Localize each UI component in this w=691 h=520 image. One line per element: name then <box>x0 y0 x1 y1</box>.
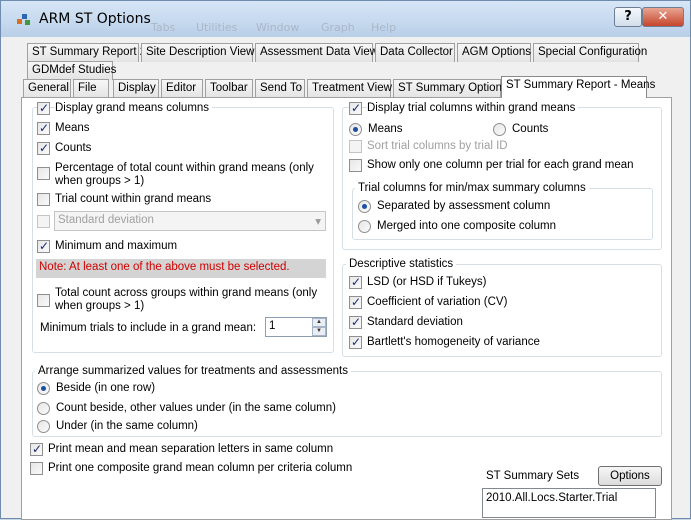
means-label: Means <box>55 122 90 134</box>
min-max-label: Minimum and maximum <box>55 240 178 252</box>
list-item[interactable]: 2010.All.Locs.Starter.Trial <box>486 492 652 504</box>
min-trials-spinner[interactable]: 1 ▲ ▼ <box>265 317 327 337</box>
merged-radio[interactable] <box>358 220 371 233</box>
tab-gdmdef-studies[interactable]: GDMdef Studies <box>27 61 116 80</box>
lsd-label: LSD (or HSD if Tukeys) <box>367 276 487 288</box>
counts-checkbox[interactable] <box>37 141 50 155</box>
count-beside-radio[interactable] <box>37 402 50 415</box>
print-mean-letters-label: Print mean and mean separation letters i… <box>48 443 334 455</box>
spin-up-icon[interactable]: ▲ <box>312 318 326 327</box>
trial-count-checkbox[interactable] <box>37 193 50 206</box>
percentage-total-label-2: when groups > 1) <box>55 175 145 187</box>
separated-label: Separated by assessment column <box>377 200 551 212</box>
minmax-group-title: Trial columns for min/max summary column… <box>355 182 589 194</box>
ghost-menu-item: Help <box>371 21 397 34</box>
display-trial-cols-label: Display trial columns within grand means <box>367 102 579 115</box>
standard-deviation-checkbox[interactable] <box>349 315 362 329</box>
tab-general[interactable]: General <box>23 79 71 98</box>
tab-row-1: ST Summary Report 2 Site Description Vie… <box>27 43 647 62</box>
separated-radio[interactable] <box>358 200 371 213</box>
trial-counts-radio[interactable] <box>493 123 506 136</box>
trial-count-label: Trial count within grand means <box>55 193 212 205</box>
percentage-total-checkbox[interactable] <box>37 167 50 180</box>
under-label: Under (in the same column) <box>56 420 198 432</box>
tab-st-summary-options[interactable]: ST Summary Options <box>393 79 508 98</box>
tab-site-description-view[interactable]: Site Description View <box>141 43 254 62</box>
standard-deviation-label: Standard deviation <box>367 316 463 328</box>
arrange-group-title: Arrange summarized values for treatments… <box>35 365 351 377</box>
merged-label: Merged into one composite column <box>377 220 556 232</box>
beside-label: Beside (in one row) <box>56 382 156 394</box>
beside-radio[interactable] <box>37 382 50 395</box>
tab-toolbar[interactable]: Toolbar <box>205 79 253 98</box>
display-grand-means-checkbox[interactable] <box>37 101 50 115</box>
close-button[interactable]: ✕ <box>642 7 684 27</box>
means-checkbox[interactable] <box>37 121 50 135</box>
print-mean-letters-checkbox[interactable] <box>30 442 43 456</box>
tab-editor[interactable]: Editor <box>161 79 203 98</box>
help-button[interactable]: ? <box>614 7 642 27</box>
total-across-label-2: when groups > 1) <box>55 300 145 312</box>
trial-means-radio[interactable] <box>349 123 362 136</box>
ghost-menu-item: Utilities <box>196 21 238 34</box>
window-title: ARM ST Options <box>39 11 151 27</box>
display-trial-cols-checkbox[interactable] <box>349 101 362 115</box>
std-dev-combo-value: Standard deviation <box>58 214 154 226</box>
tab-panel: Display grand means columns Means Counts… <box>21 97 672 520</box>
tab-st-summary-report-2[interactable]: ST Summary Report 2 <box>27 43 146 62</box>
min-trials-value: 1 <box>269 320 276 332</box>
spin-down-icon[interactable]: ▼ <box>312 327 326 336</box>
tab-special-configuration[interactable]: Special Configuration <box>533 43 647 62</box>
sort-by-id-checkbox[interactable] <box>349 140 362 153</box>
ghost-menu-item: Tabs <box>151 21 176 34</box>
total-across-groups-checkbox[interactable] <box>37 294 50 307</box>
tab-display[interactable]: Display <box>113 79 159 98</box>
print-composite-checkbox[interactable] <box>30 462 43 475</box>
under-radio[interactable] <box>37 420 50 433</box>
tab-row-2: GDMdef Studies <box>27 61 127 80</box>
tab-assessment-data-view[interactable]: Assessment Data View <box>255 43 378 62</box>
sort-by-id-label: Sort trial columns by trial ID <box>367 140 508 152</box>
summary-sets-title: ST Summary Sets <box>486 470 580 482</box>
std-dev-checkbox[interactable] <box>37 215 50 228</box>
one-column-label: Show only one column per trial for each … <box>367 159 634 171</box>
one-column-checkbox[interactable] <box>349 159 362 172</box>
title-bar[interactable]: ARM ST Options Tabs Utilities Window Gra… <box>1 1 690 37</box>
ghost-menu-item: Window <box>256 21 300 34</box>
selection-note: Note: At least one of the above must be … <box>36 259 326 278</box>
tab-treatment-view[interactable]: Treatment View <box>307 79 392 98</box>
tab-send-to[interactable]: Send To <box>255 79 305 98</box>
cv-label: Coefficient of variation (CV) <box>367 296 508 308</box>
counts-label: Counts <box>55 142 92 154</box>
print-composite-label: Print one composite grand mean column pe… <box>48 462 353 474</box>
chevron-down-icon: ▾ <box>315 216 321 228</box>
ghost-menu-item: Graph <box>321 21 355 34</box>
app-icon <box>17 14 30 25</box>
min-trials-label: Minimum trials to include in a grand mea… <box>40 322 257 334</box>
lsd-checkbox[interactable] <box>349 275 362 289</box>
min-max-checkbox[interactable] <box>37 239 50 253</box>
cv-checkbox[interactable] <box>349 295 362 309</box>
bartlett-checkbox[interactable] <box>349 335 362 349</box>
tab-st-summary-report-means[interactable]: ST Summary Report - Means <box>501 76 655 98</box>
tab-file[interactable]: File <box>73 79 109 98</box>
count-beside-label: Count beside, other values under (in the… <box>56 402 336 414</box>
total-across-label-1: Total count across groups within grand m… <box>55 287 318 299</box>
percentage-total-label-1: Percentage of total count within grand m… <box>55 162 314 174</box>
options-window: ARM ST Options Tabs Utilities Window Gra… <box>0 0 691 520</box>
display-grand-means-label: Display grand means columns <box>55 102 213 115</box>
std-dev-combo[interactable]: Standard deviation ▾ <box>54 211 326 231</box>
tab-data-collector[interactable]: Data Collector <box>375 43 455 62</box>
tab-agm-options[interactable]: AGM Options <box>457 43 531 62</box>
summary-sets-list[interactable]: 2010.All.Locs.Starter.Trial <box>482 488 656 518</box>
descriptive-stats-title: Descriptive statistics <box>346 258 457 270</box>
tab-row-3: General File Display Editor Toolbar Send… <box>23 76 663 98</box>
trial-means-label: Means <box>368 123 403 135</box>
trial-counts-label: Counts <box>512 123 549 135</box>
bartlett-label: Bartlett's homogeneity of variance <box>367 336 540 348</box>
options-button[interactable]: Options <box>598 466 662 486</box>
